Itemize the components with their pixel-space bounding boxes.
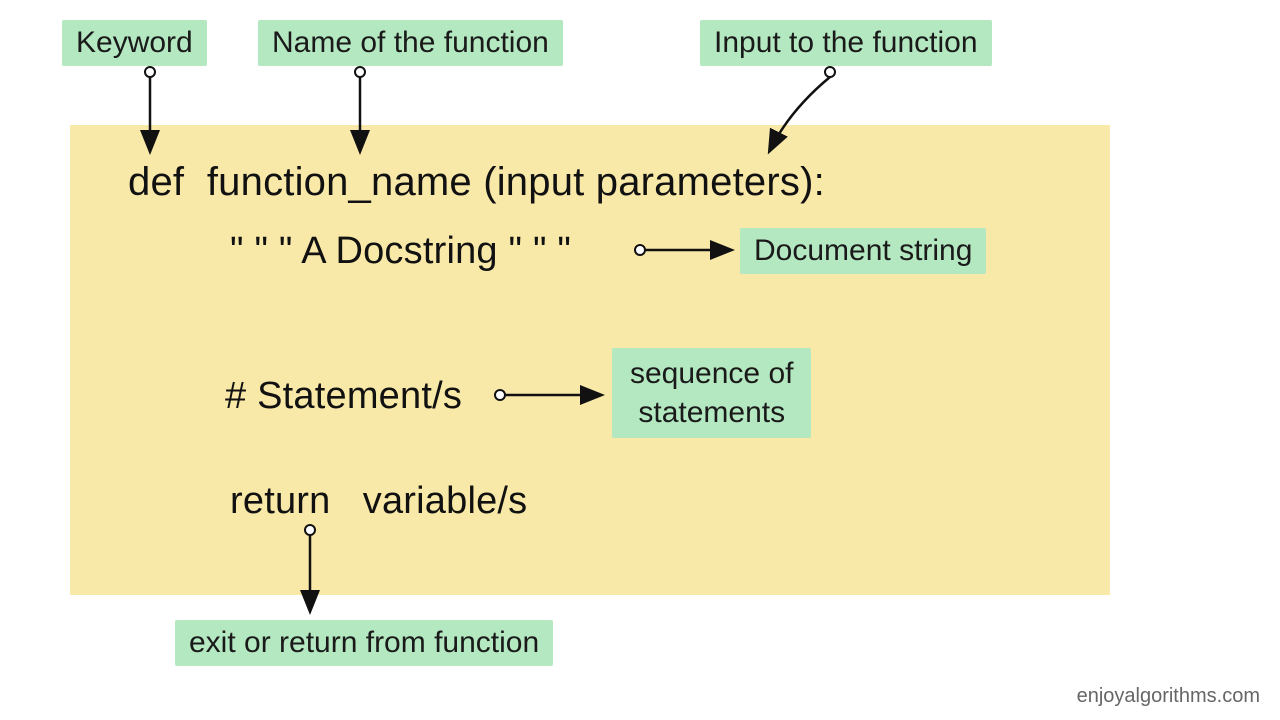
code-params: (input parameters): xyxy=(483,160,825,204)
label-sequence-of-statements: sequence of statements xyxy=(612,348,811,438)
code-def-keyword: def xyxy=(128,160,184,204)
code-return: return variable/s xyxy=(230,480,527,523)
label-sequence-line1: sequence of xyxy=(630,357,793,390)
label-document-string: Document string xyxy=(740,228,986,274)
code-function-name: function_name xyxy=(207,160,472,204)
code-signature: def function_name (input parameters): xyxy=(128,160,825,205)
code-return-keyword: return xyxy=(230,480,330,522)
label-input-to-function: Input to the function xyxy=(700,20,992,66)
label-keyword: Keyword xyxy=(62,20,207,66)
code-statements: # Statement/s xyxy=(225,375,462,418)
label-exit-or-return: exit or return from function xyxy=(175,620,553,666)
label-sequence-line2: statements xyxy=(638,396,785,429)
code-docstring: " " " A Docstring " " " xyxy=(230,230,571,273)
label-name-of-function: Name of the function xyxy=(258,20,563,66)
code-return-variable: variable/s xyxy=(363,480,528,522)
watermark: enjoyalgorithms.com xyxy=(1077,685,1260,708)
